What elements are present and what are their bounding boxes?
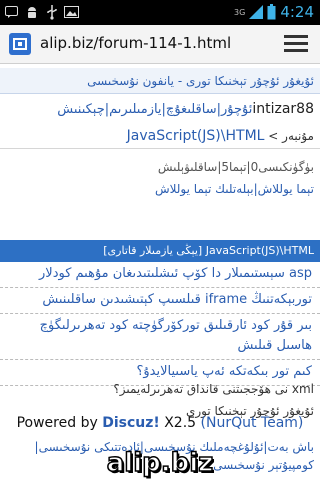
location-separator: > — [268, 129, 279, 143]
signal-icon — [249, 5, 264, 19]
menu-bar-icon — [284, 49, 308, 52]
forum-header[interactable]: JavaScript(JS)\HTML [يېڭى يازمىلار قاتار… — [0, 240, 320, 262]
forum-stats[interactable]: بۈگۈنكىسى0|تېما5|ساقلىۋېلىش — [0, 156, 320, 178]
sms-icon — [4, 4, 19, 20]
clock: 4:24 — [280, 3, 314, 21]
post-links[interactable]: تېما يوللاش|بېلەتلىك تېما يوللاش — [0, 178, 320, 200]
notification-icons — [4, 4, 79, 20]
network-type: 3G — [234, 7, 246, 17]
battery-icon — [267, 4, 276, 20]
user-links[interactable]: ئۇچۇر|ساقلىغۇچ|يازمىلىرىم|چېكىنىش — [57, 102, 252, 117]
username[interactable]: intizar88 — [252, 101, 314, 117]
footer-links[interactable]: باش بەت|ئۇلۇغچەملىك نۇسخىسى|ئادەتتىكى نۇ… — [0, 438, 320, 474]
page-content: ئۇيغۇر ئۇچۇر تېخنىكا تورى - يانفون نۇسخى… — [0, 64, 320, 480]
android-icon — [24, 4, 39, 20]
forum-home-link[interactable]: مۇنبەر — [282, 129, 314, 143]
browser-menu-button[interactable] — [284, 35, 308, 53]
site-favicon-icon — [9, 33, 31, 55]
url-text[interactable]: alip.biz/forum-114-1.html — [40, 34, 231, 52]
system-status: 3G 4:24 — [234, 3, 314, 21]
discuz-link[interactable]: Discuz! — [102, 415, 160, 431]
thread-item[interactable]: xml نى ھۆججىتنى قانداق تەھرىرلەيمىز؟ — [0, 380, 320, 398]
thread-item[interactable]: توربېكەتنىڭ iframe قىلسىپ كېتىشىدىن ساقل… — [0, 290, 320, 314]
powered-prefix: Powered by — [16, 415, 98, 431]
breadcrumb[interactable]: ئۇيغۇر ئۇچۇر تېخنىكا تورى - يانفون نۇسخى… — [0, 68, 320, 94]
usb-icon — [44, 4, 59, 20]
menu-bar-icon — [284, 35, 308, 38]
menu-bar-icon — [284, 42, 308, 45]
thread-item[interactable]: بىر قۇر كود ئارقىلىق توركۆرگۈچتە كود تەھ… — [0, 316, 320, 360]
image-icon — [64, 4, 79, 20]
user-bar: intizar88ئۇچۇر|ساقلىغۇچ|يازمىلىرىم|چېكىن… — [0, 98, 320, 121]
browser-url-bar[interactable]: alip.biz/forum-114-1.html — [0, 25, 320, 64]
status-bar: 3G 4:24 — [0, 0, 320, 25]
location-bar: مۇنبەر > JavaScript(JS)\HTML — [0, 124, 320, 149]
current-forum[interactable]: JavaScript(JS)\HTML — [127, 128, 265, 144]
team-link[interactable]: (NurQut Team) — [201, 415, 304, 431]
powered-by: Powered by Discuz! X2.5 (NurQut Team) — [0, 415, 320, 431]
thread-item[interactable]: asp سېستىمىلار دا كۆپ ئىشلىتىدىغان مۇھىم… — [0, 264, 320, 288]
powered-version: X2.5 — [164, 415, 197, 431]
